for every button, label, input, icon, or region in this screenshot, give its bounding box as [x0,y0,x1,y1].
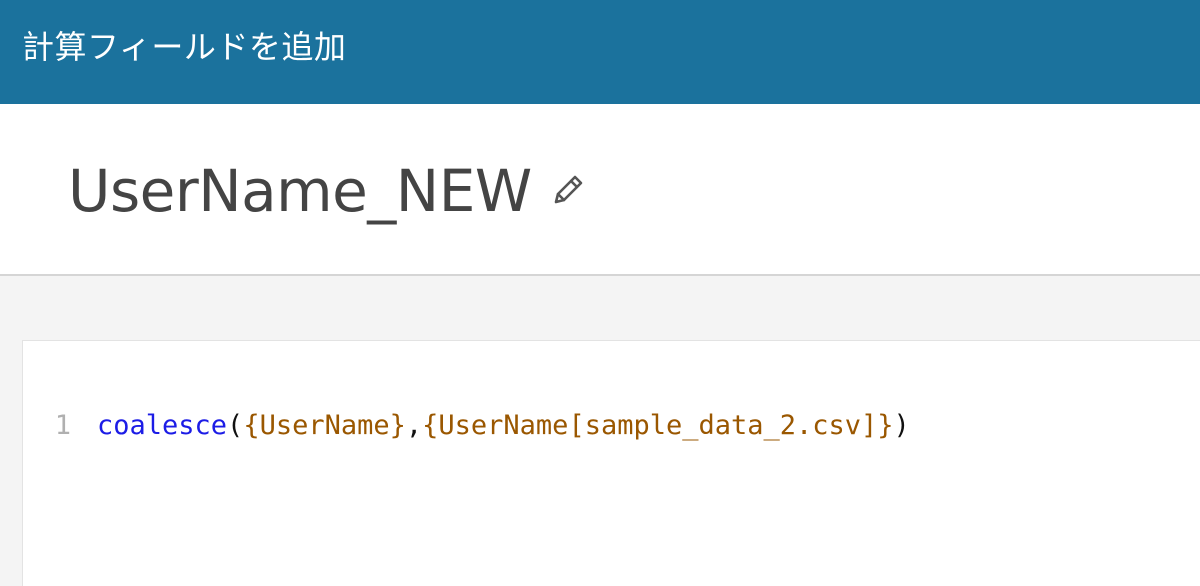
close-paren-token: ) [893,409,910,441]
add-calculated-field-dialog: 計算フィールドを追加 UserName_NEW 1 coalesce ( {Us… [0,0,1200,586]
header-bar: 計算フィールドを追加 [0,0,1200,104]
comma-token: , [405,409,423,441]
field-ref-token: {UserName[sample_data_2.csv]} [422,409,894,441]
code-line[interactable]: 1 coalesce ( {UserName} , {UserName[samp… [23,407,910,443]
field-ref-token: {UserName} [243,409,406,441]
edit-name-button[interactable] [548,170,588,210]
dialog-title: 計算フィールドを追加 [22,28,347,66]
field-name-section: UserName_NEW [0,104,1200,276]
field-name[interactable]: UserName_NEW [68,156,532,226]
line-number: 1 [54,409,71,441]
pencil-icon [554,175,583,204]
formula-editor[interactable]: 1 coalesce ( {UserName} , {UserName[samp… [22,340,1200,586]
function-token: coalesce [97,409,228,441]
open-paren-token: ( [227,409,244,441]
